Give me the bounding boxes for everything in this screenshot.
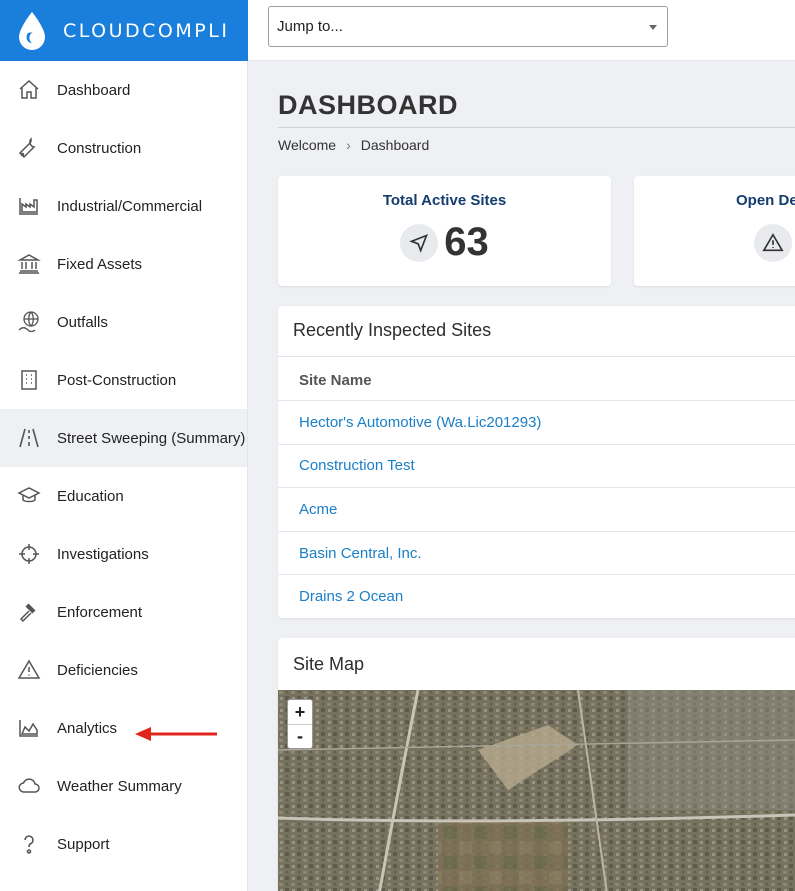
table-row[interactable]: Basin Central, Inc. bbox=[278, 530, 795, 575]
annotation-arrow-icon bbox=[135, 727, 217, 741]
satellite-map[interactable]: + - bbox=[278, 690, 795, 891]
sidebar-item-street-sweeping[interactable]: Street Sweeping (Summary) bbox=[0, 409, 247, 467]
total-active-sites-card[interactable]: Total Active Sites 63 bbox=[278, 176, 611, 286]
sidebar-item-education[interactable]: Education bbox=[0, 467, 247, 525]
cloud-icon bbox=[17, 774, 41, 798]
crosshair-icon bbox=[17, 542, 41, 566]
site-map-card: Site Map + - bbox=[278, 638, 795, 891]
recently-inspected-sites-card: Recently Inspected Sites Site Name Hecto… bbox=[278, 306, 795, 618]
area-chart-icon bbox=[17, 716, 41, 740]
sidebar-item-label: Post-Construction bbox=[57, 371, 177, 389]
table-row[interactable]: Drains 2 Ocean bbox=[278, 574, 795, 618]
sidebar-item-label: Education bbox=[57, 487, 124, 505]
sidebar-item-weather-summary[interactable]: Weather Summary bbox=[0, 757, 247, 815]
graduation-cap-icon bbox=[17, 484, 41, 508]
sidebar-item-enforcement[interactable]: Enforcement bbox=[0, 583, 247, 641]
column-header-site-name[interactable]: Site Name bbox=[299, 372, 372, 389]
question-icon bbox=[17, 832, 41, 856]
sidebar-item-label: Street Sweeping (Summary) bbox=[57, 429, 246, 447]
table-row[interactable]: Construction Test bbox=[278, 443, 795, 488]
table-row[interactable]: Acme bbox=[278, 487, 795, 531]
sidebar-item-post-construction[interactable]: Post-Construction bbox=[0, 351, 247, 409]
globe-pipe-icon bbox=[17, 310, 41, 334]
open-deficiencies-card[interactable]: Open De bbox=[634, 176, 795, 286]
top-bar: Jump to... bbox=[248, 0, 795, 61]
bank-icon bbox=[17, 252, 41, 276]
breadcrumb: Welcome › Dashboard bbox=[278, 137, 429, 153]
navigation-arrow-icon bbox=[400, 223, 439, 262]
stat-label: Total Active Sites bbox=[382, 192, 507, 209]
card-title: Recently Inspected Sites bbox=[293, 320, 492, 340]
home-icon bbox=[17, 78, 41, 102]
zoom-in-button[interactable]: + bbox=[288, 700, 312, 724]
stat-label: Open De bbox=[736, 192, 795, 209]
jump-to-select[interactable]: Jump to... bbox=[268, 6, 668, 47]
chevron-right-icon: › bbox=[346, 137, 351, 153]
card-title: Site Map bbox=[293, 654, 365, 674]
sidebar-item-label: Construction bbox=[57, 139, 142, 157]
gavel-icon bbox=[17, 600, 41, 624]
page-title: DASHBOARD bbox=[278, 90, 458, 120]
road-icon bbox=[17, 426, 41, 450]
sidebar-item-label: Industrial/Commercial bbox=[57, 197, 203, 215]
sidebar-item-fixed-assets[interactable]: Fixed Assets bbox=[0, 235, 247, 293]
sidebar-item-label: Enforcement bbox=[57, 603, 143, 621]
warning-icon bbox=[754, 224, 792, 262]
zoom-out-button[interactable]: - bbox=[288, 724, 312, 748]
site-table: Hector's Automotive (Wa.Lic201293) Const… bbox=[278, 400, 795, 618]
stat-value: 63 bbox=[444, 220, 489, 264]
sidebar-item-support[interactable]: Support bbox=[0, 815, 247, 873]
map-imagery bbox=[278, 690, 795, 891]
sidebar: Dashboard Construction Industrial/Commer… bbox=[0, 61, 248, 891]
sidebar-item-label: Weather Summary bbox=[57, 777, 182, 795]
sidebar-item-label: Support bbox=[57, 835, 110, 853]
sidebar-item-investigations[interactable]: Investigations bbox=[0, 525, 247, 583]
jump-to-text: Jump to... bbox=[277, 18, 343, 35]
sidebar-item-label: Dashboard bbox=[57, 81, 131, 99]
building-icon bbox=[17, 368, 41, 392]
chevron-down-icon bbox=[649, 25, 657, 30]
wrench-icon bbox=[17, 136, 41, 160]
table-divider bbox=[278, 356, 795, 357]
brand-header[interactable]: CLOUDCOMPLI bbox=[0, 0, 248, 61]
brand-name: CLOUDCOMPLI bbox=[63, 19, 230, 42]
breadcrumb-dashboard: Dashboard bbox=[360, 137, 430, 153]
sidebar-item-deficiencies[interactable]: Deficiencies bbox=[0, 641, 247, 699]
factory-chart-icon bbox=[17, 194, 41, 218]
sidebar-item-dashboard[interactable]: Dashboard bbox=[0, 61, 247, 119]
sidebar-item-label: Outfalls bbox=[57, 313, 108, 331]
sidebar-item-label: Investigations bbox=[57, 545, 149, 563]
sidebar-item-label: Fixed Assets bbox=[57, 255, 143, 273]
sidebar-item-label: Deficiencies bbox=[57, 661, 138, 679]
breadcrumb-welcome[interactable]: Welcome bbox=[278, 137, 336, 153]
sidebar-item-label: Analytics bbox=[57, 719, 118, 737]
warning-icon bbox=[17, 658, 41, 682]
title-divider bbox=[278, 127, 795, 128]
sidebar-item-construction[interactable]: Construction bbox=[0, 119, 247, 177]
sidebar-item-industrial[interactable]: Industrial/Commercial bbox=[0, 177, 247, 235]
water-drop-logo-icon bbox=[19, 11, 45, 50]
sidebar-item-outfalls[interactable]: Outfalls bbox=[0, 293, 247, 351]
map-zoom-control: + - bbox=[287, 699, 313, 749]
table-row[interactable]: Hector's Automotive (Wa.Lic201293) bbox=[278, 400, 795, 444]
